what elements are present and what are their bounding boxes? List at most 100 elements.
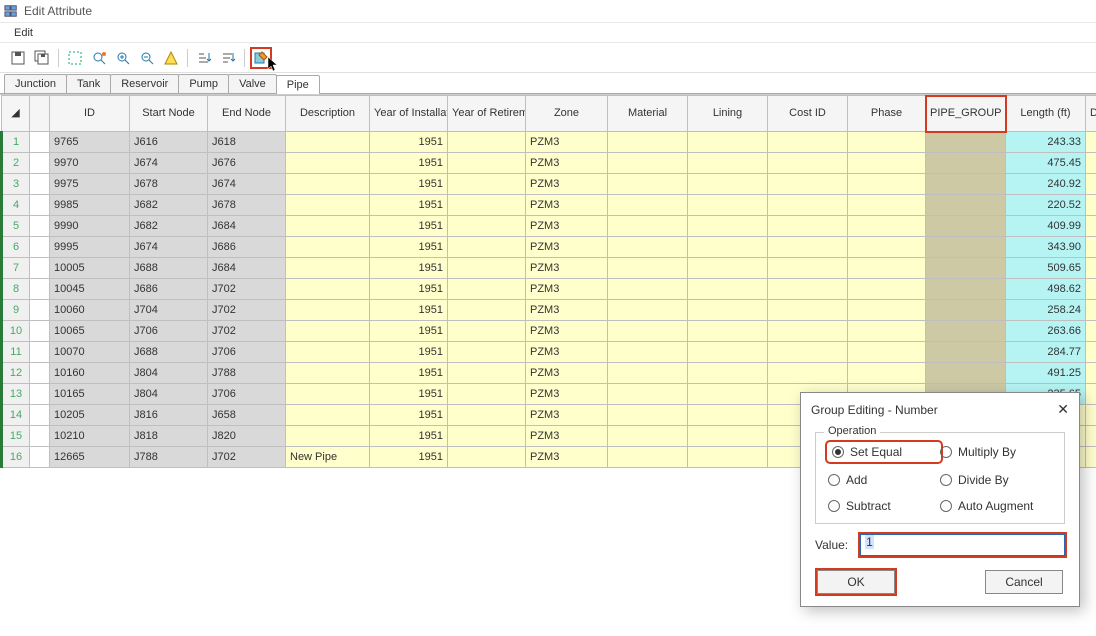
cell-material[interactable] xyxy=(608,405,688,426)
cell-lining[interactable] xyxy=(688,342,768,363)
cell-material[interactable] xyxy=(608,300,688,321)
cell-desc[interactable] xyxy=(286,258,370,279)
cell-desc[interactable] xyxy=(286,174,370,195)
cell-id[interactable]: 9975 xyxy=(50,174,130,195)
row-select[interactable] xyxy=(30,405,50,426)
cell-yor[interactable] xyxy=(448,384,526,405)
cell-pipegroup[interactable] xyxy=(926,216,1006,237)
row-header[interactable]: 11 xyxy=(2,342,30,363)
cell-lining[interactable] xyxy=(688,384,768,405)
table-row[interactable]: 1210160J804J7881951PZM3491.25 xyxy=(2,363,1096,384)
row-header[interactable]: 8 xyxy=(2,279,30,300)
cell-yoi[interactable]: 1951 xyxy=(370,447,448,468)
cell-startnode[interactable]: J682 xyxy=(130,216,208,237)
cell-endnode[interactable]: J674 xyxy=(208,174,286,195)
close-icon[interactable]: ✕ xyxy=(1057,401,1069,418)
cell-yor[interactable] xyxy=(448,279,526,300)
cell-endnode[interactable]: J702 xyxy=(208,447,286,468)
cell-phase[interactable] xyxy=(848,216,926,237)
cell-phase[interactable] xyxy=(848,279,926,300)
cell-id[interactable]: 9995 xyxy=(50,237,130,258)
cell-desc[interactable]: New Pipe xyxy=(286,447,370,468)
cell-startnode[interactable]: J688 xyxy=(130,342,208,363)
table-row[interactable]: 59990J682J6841951PZM3409.99 xyxy=(2,216,1096,237)
cell-zone[interactable]: PZM3 xyxy=(526,174,608,195)
col-length[interactable]: Length (ft) xyxy=(1006,96,1086,132)
cell-id[interactable]: 10205 xyxy=(50,405,130,426)
table-row[interactable]: 39975J678J6741951PZM3240.92 xyxy=(2,174,1096,195)
cell-yoi[interactable]: 1951 xyxy=(370,237,448,258)
cell-zone[interactable]: PZM3 xyxy=(526,195,608,216)
cell-pipegroup[interactable] xyxy=(926,237,1006,258)
cell-endnode[interactable]: J702 xyxy=(208,300,286,321)
col-id[interactable]: ID xyxy=(50,96,130,132)
cell-material[interactable] xyxy=(608,174,688,195)
row-header[interactable]: 2 xyxy=(2,153,30,174)
cell-length[interactable]: 258.24 xyxy=(1006,300,1086,321)
cell-desc[interactable] xyxy=(286,279,370,300)
row-header[interactable]: 4 xyxy=(2,195,30,216)
cancel-button[interactable]: Cancel xyxy=(985,570,1063,594)
sort-asc-icon[interactable] xyxy=(193,47,215,69)
cell-diam[interactable] xyxy=(1086,174,1096,195)
row-select[interactable] xyxy=(30,426,50,447)
col-startnode[interactable]: Start Node xyxy=(130,96,208,132)
col-yoi[interactable]: Year of Installation xyxy=(370,96,448,132)
cell-yoi[interactable]: 1951 xyxy=(370,153,448,174)
row-header[interactable]: 3 xyxy=(2,174,30,195)
table-row[interactable]: 910060J704J7021951PZM3258.24 xyxy=(2,300,1096,321)
cell-id[interactable]: 9970 xyxy=(50,153,130,174)
cell-length[interactable]: 491.25 xyxy=(1006,363,1086,384)
table-row[interactable]: 1010065J706J7021951PZM3263.66 xyxy=(2,321,1096,342)
row-select[interactable] xyxy=(30,279,50,300)
cell-phase[interactable] xyxy=(848,342,926,363)
tab-reservoir[interactable]: Reservoir xyxy=(110,74,179,93)
cell-lining[interactable] xyxy=(688,426,768,447)
cell-startnode[interactable]: J678 xyxy=(130,174,208,195)
cell-lining[interactable] xyxy=(688,132,768,153)
cell-id[interactable]: 9985 xyxy=(50,195,130,216)
cell-phase[interactable] xyxy=(848,300,926,321)
cell-material[interactable] xyxy=(608,447,688,468)
cell-length[interactable]: 343.90 xyxy=(1006,237,1086,258)
sort-desc-icon[interactable] xyxy=(217,47,239,69)
row-select[interactable] xyxy=(30,195,50,216)
cell-diam[interactable] xyxy=(1086,384,1096,405)
cell-startnode[interactable]: J688 xyxy=(130,258,208,279)
cell-desc[interactable] xyxy=(286,237,370,258)
cell-yor[interactable] xyxy=(448,237,526,258)
cell-zone[interactable]: PZM3 xyxy=(526,384,608,405)
save-icon[interactable] xyxy=(7,47,29,69)
select-tool-icon[interactable] xyxy=(64,47,86,69)
cell-length[interactable]: 243.33 xyxy=(1006,132,1086,153)
table-row[interactable]: 19765J616J6181951PZM3243.33 xyxy=(2,132,1096,153)
cell-lining[interactable] xyxy=(688,195,768,216)
cell-endnode[interactable]: J702 xyxy=(208,321,286,342)
cell-lining[interactable] xyxy=(688,216,768,237)
cell-id[interactable]: 10165 xyxy=(50,384,130,405)
cell-endnode[interactable]: J702 xyxy=(208,279,286,300)
cell-yor[interactable] xyxy=(448,405,526,426)
cell-endnode[interactable]: J820 xyxy=(208,426,286,447)
table-row[interactable]: 49985J682J6781951PZM3220.52 xyxy=(2,195,1096,216)
row-select[interactable] xyxy=(30,321,50,342)
cell-length[interactable]: 284.77 xyxy=(1006,342,1086,363)
cell-diam[interactable] xyxy=(1086,405,1096,426)
col-pipegroup[interactable]: PIPE_GROUP xyxy=(926,96,1006,132)
cell-yor[interactable] xyxy=(448,342,526,363)
cell-lining[interactable] xyxy=(688,237,768,258)
cell-zone[interactable]: PZM3 xyxy=(526,447,608,468)
cell-startnode[interactable]: J616 xyxy=(130,132,208,153)
row-select[interactable] xyxy=(30,384,50,405)
cell-material[interactable] xyxy=(608,132,688,153)
table-row[interactable]: 710005J688J6841951PZM3509.65 xyxy=(2,258,1096,279)
cell-zone[interactable]: PZM3 xyxy=(526,258,608,279)
cell-yor[interactable] xyxy=(448,174,526,195)
cell-material[interactable] xyxy=(608,342,688,363)
cell-lining[interactable] xyxy=(688,279,768,300)
cell-id[interactable]: 10070 xyxy=(50,342,130,363)
menu-edit[interactable]: Edit xyxy=(8,25,39,41)
cell-yoi[interactable]: 1951 xyxy=(370,216,448,237)
cell-yor[interactable] xyxy=(448,216,526,237)
cell-diam[interactable] xyxy=(1086,279,1096,300)
